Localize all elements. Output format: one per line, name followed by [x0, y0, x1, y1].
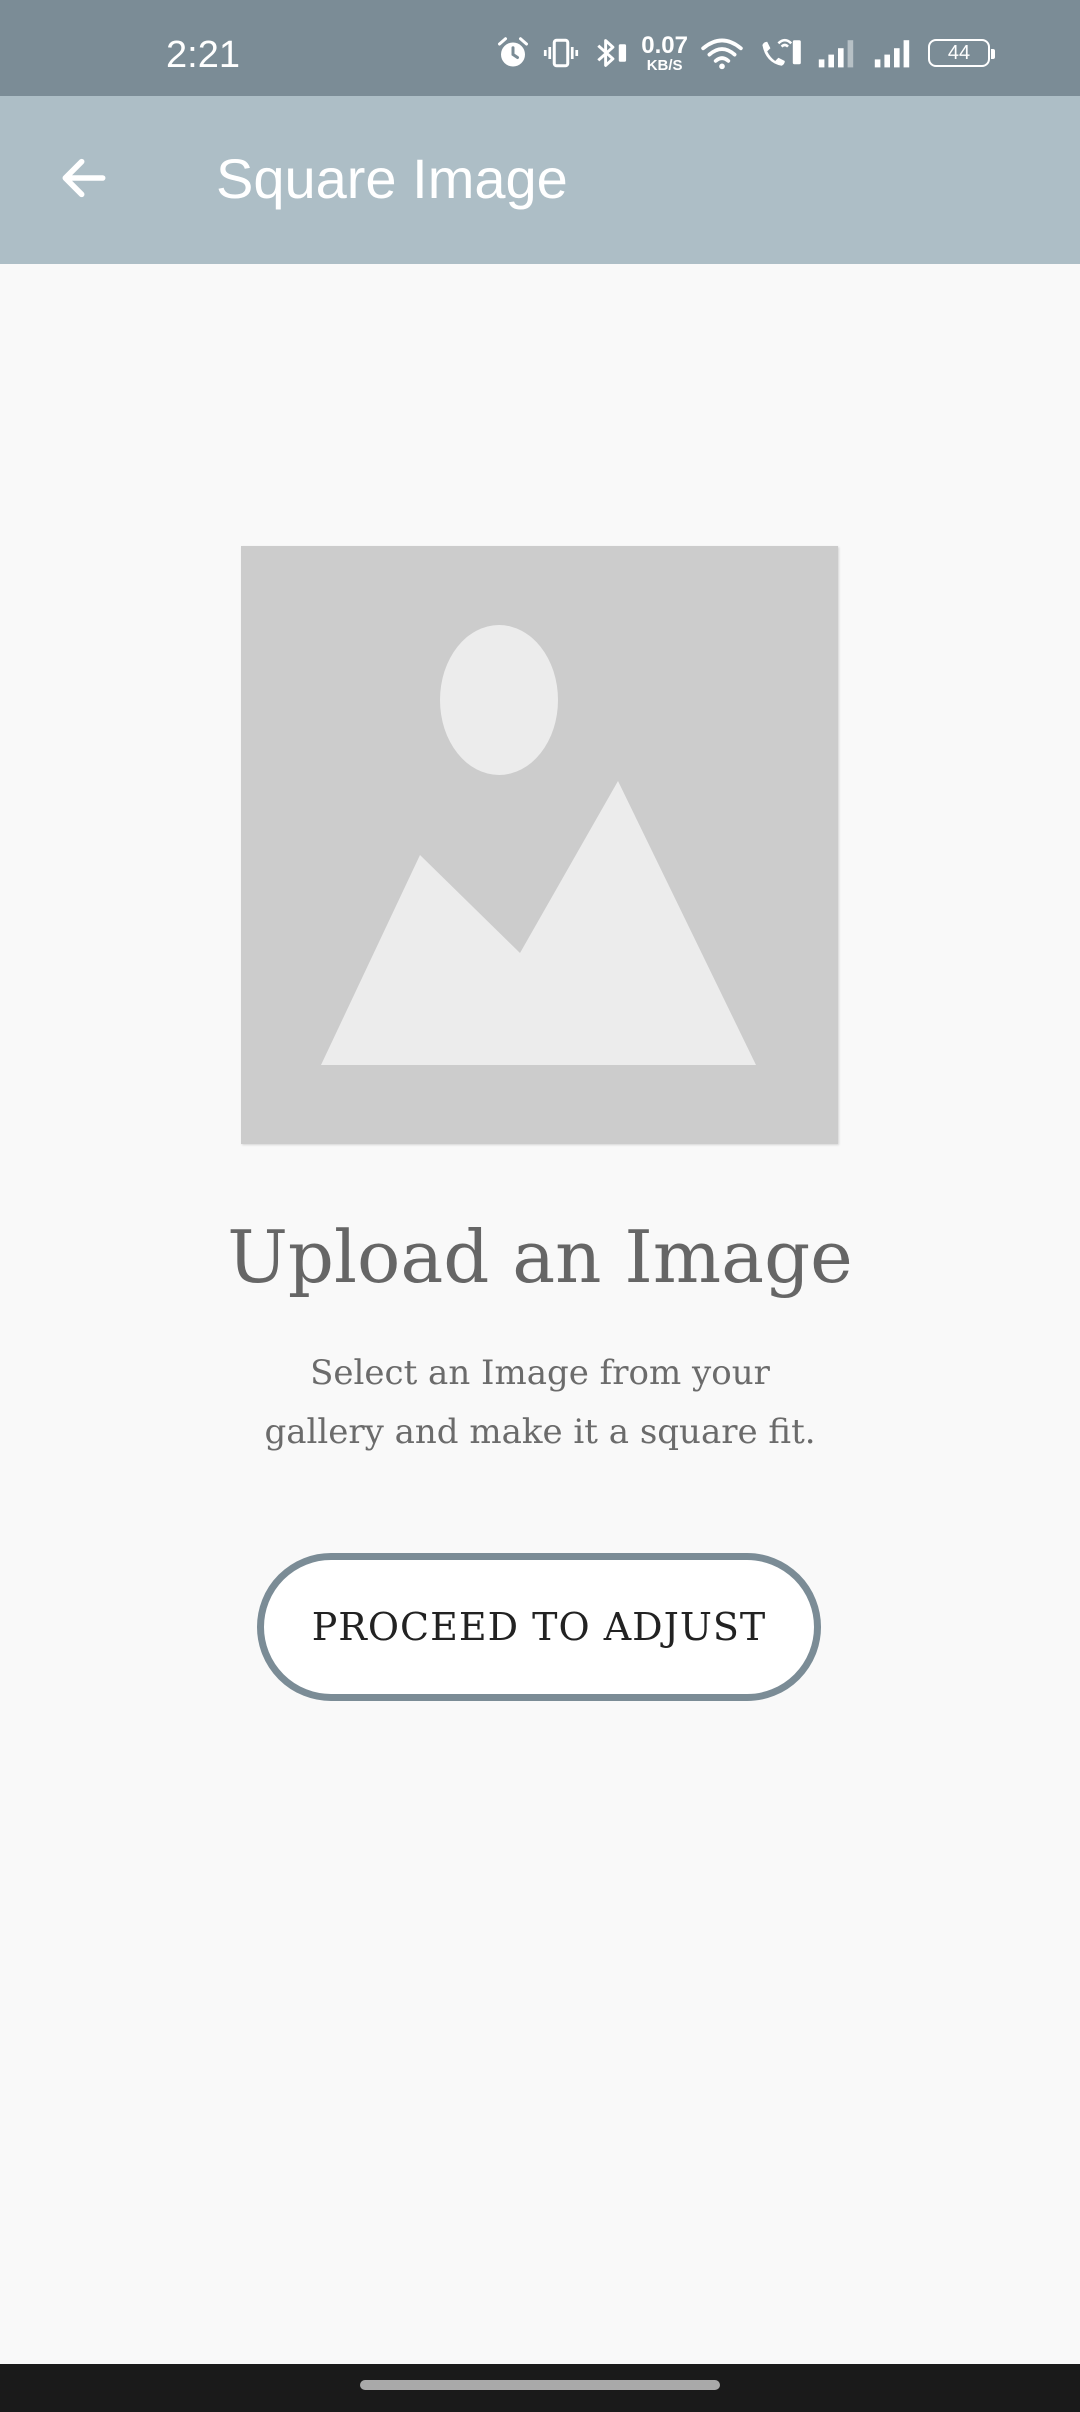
- screen: 2:21 0.07 KB/S 44 Square Image Upload an…: [0, 0, 1080, 2412]
- network-speed-value: 0.07: [641, 31, 688, 59]
- network-speed-unit: KB/S: [646, 56, 683, 74]
- signal-icon: [816, 37, 860, 69]
- status-time: 2:21: [166, 34, 240, 76]
- app-bar: Square Image: [0, 96, 1080, 264]
- proceed-button-label: PROCEED TO ADJUST: [311, 1605, 767, 1649]
- navigation-bar: [0, 2364, 1080, 2412]
- image-placeholder-icon: [321, 625, 756, 1065]
- back-button[interactable]: [44, 140, 124, 220]
- arrow-left-icon: [56, 150, 112, 210]
- upload-description-line-2: gallery and make it a square fit.: [264, 1412, 816, 1452]
- signal-icon: [872, 37, 916, 69]
- proceed-to-adjust-button[interactable]: PROCEED TO ADJUST: [257, 1553, 821, 1701]
- upload-description: Select an Image from your gallery and ma…: [240, 1344, 840, 1462]
- home-indicator[interactable]: [360, 2380, 720, 2390]
- battery-indicator: 44: [928, 39, 995, 67]
- image-placeholder[interactable]: [241, 546, 838, 1144]
- network-speed: 0.07 KB/S: [641, 31, 688, 74]
- wifi-calling-icon: [756, 35, 804, 71]
- upload-description-line-1: Select an Image from your: [310, 1353, 770, 1393]
- status-icons: 0.07 KB/S 44: [495, 30, 995, 76]
- bluetooth-icon: [591, 35, 629, 71]
- page-title: Square Image: [216, 147, 568, 210]
- wifi-icon: [700, 35, 744, 71]
- status-bar: 2:21 0.07 KB/S 44: [0, 0, 1080, 96]
- upload-heading: Upload an Image: [227, 1215, 853, 1299]
- vibrate-icon: [543, 35, 579, 71]
- alarm-icon: [495, 35, 531, 71]
